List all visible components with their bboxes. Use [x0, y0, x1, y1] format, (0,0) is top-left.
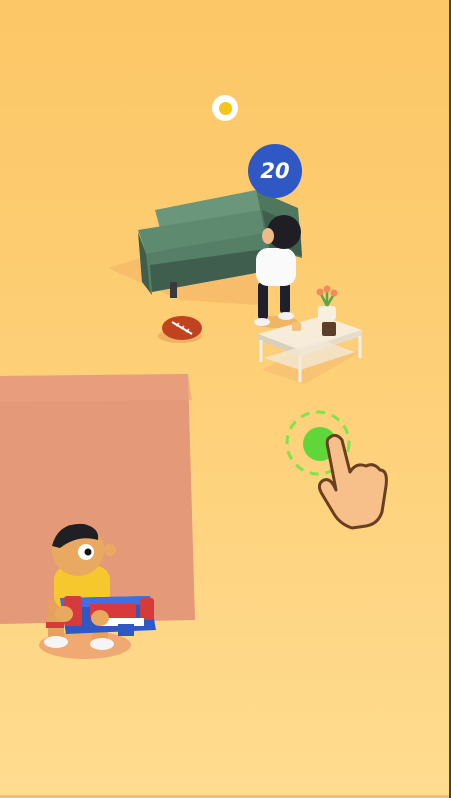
tap-hand-icon: [317, 433, 388, 530]
coffee-table: [258, 285, 362, 384]
zone-shadow: [0, 374, 192, 402]
coin-indicator: [212, 95, 238, 121]
score-value: 20: [260, 159, 290, 183]
game-scene[interactable]: 20: [0, 0, 451, 798]
football: [158, 316, 202, 343]
enemy-score-badge: 20: [248, 144, 302, 198]
gold-coin-icon: [218, 101, 232, 115]
